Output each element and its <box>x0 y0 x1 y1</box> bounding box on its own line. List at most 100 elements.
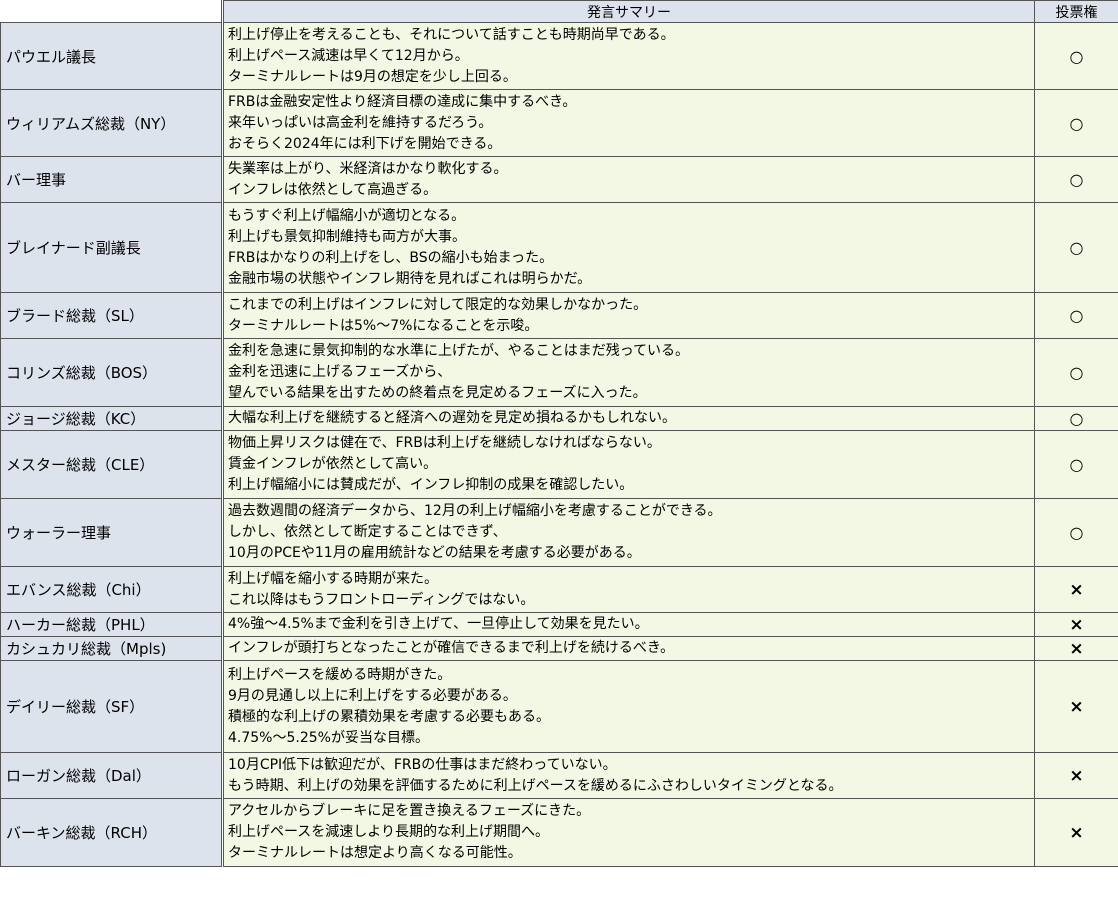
non-voter-mark: × <box>1034 798 1118 867</box>
summary-line: 利上げ幅縮小には賛成だが、インフレ抑制の成果を確認したい。 <box>228 477 634 493</box>
summary-line: もうすぐ利上げ幅縮小が適切となる。 <box>228 207 466 224</box>
official-name: カシュカリ総裁（Mpls) <box>0 636 223 661</box>
header-row: 発言サマリー 投票権 <box>0 0 1118 23</box>
summary-line: 物価上昇リスクは健在で、FRBは利上げを継続しなければならない。 <box>228 435 661 451</box>
official-name: デイリー総裁（SF） <box>0 660 223 753</box>
non-voter-mark: × <box>1034 612 1118 637</box>
speech-summary: 大幅な利上げを継続すると経済への遅効を見定め損ねるかもしれない。 <box>221 406 1035 431</box>
summary-line: 金利を急速に景気抑制的な水準に上げたが、やることはまだ残っている。 <box>228 343 690 359</box>
official-name: ジョージ総裁（KC） <box>0 406 223 431</box>
summary-line: 4%強～4.5%まで金利を引き上げて、一旦停止して効果を見たい。 <box>228 616 649 632</box>
summary-line: 4.75%～5.25%が妥当な目標。 <box>228 729 429 746</box>
summary-line: アクセルからブレーキに足を置き換えるフェーズにきた。 <box>228 803 591 819</box>
table-row: ハーカー総裁（PHL） 4%強～4.5%まで金利を引き上げて、一旦停止して効果を見… <box>0 612 1118 637</box>
summary-line: これまでの利上げはインフレに対して限定的な効果しかなかった。 <box>228 296 648 313</box>
table-row: メスター総裁（CLE） 物価上昇リスクは健在で、FRBは利上げを継続しなければなら… <box>0 430 1118 499</box>
official-name: パウエル議長 <box>0 22 223 90</box>
non-voter-mark: × <box>1034 660 1118 753</box>
official-name: メスター総裁（CLE） <box>0 430 223 499</box>
fed-speech-summary-table: 発言サマリー 投票権 パウエル議長 利上げ停止を考えることも、それについて話すこと… <box>0 0 1118 867</box>
speech-summary: 利上げ幅を縮小する時期が来た。これ以降はもうフロントローディングではない。 <box>221 566 1035 613</box>
summary-line: 望んでいる結果を出すための終着点を見定めるフェーズに入った。 <box>228 385 647 401</box>
official-name: バーキン総裁（RCH） <box>0 798 223 867</box>
voter-mark: ○ <box>1034 430 1118 499</box>
speech-summary: 失業率は上がり、米経済はかなり軟化する。 インフレは依然として高過ぎる。 <box>221 156 1035 203</box>
summary-line: ターミナルレートは9月の想定を少し上回る。 <box>228 68 517 85</box>
table-row: バーキン総裁（RCH） アクセルからブレーキに足を置き換えるフェーズにきた。 利上げ… <box>0 798 1118 867</box>
summary-line: ターミナルレートは想定より高くなる可能性。 <box>228 845 522 861</box>
table-row: エバンス総裁（Chi） 利上げ幅を縮小する時期が来た。 これ以降はもうフロントローデ… <box>0 566 1118 613</box>
summary-line: 利上げペースを減速しより長期的な利上げ期間へ。 <box>228 824 550 840</box>
table-row: ウォーラー理事 過去数週間の経済データから、12月の利上げ幅縮小を考慮することがで… <box>0 498 1118 567</box>
summary-line: しかし、依然として断定することはできず、 <box>228 524 507 540</box>
summary-line: 10月CPI低下は歓迎だが、FRBの仕事はまだ終わっていない。 <box>228 756 617 773</box>
voter-mark: ○ <box>1034 498 1118 567</box>
table-row: ジョージ総裁（KC） 大幅な利上げを継続すると経済への遅効を見定め損ねるかもしれな… <box>0 406 1118 431</box>
summary-line: FRBは金融安定性より経済目標の達成に集中するべき。 <box>228 93 577 110</box>
table-row: ブレイナード副議長 もうすぐ利上げ幅縮小が適切となる。 利上げも景気抑制維持も両方が… <box>0 202 1118 293</box>
speech-summary: 10月CPI低下は歓迎だが、FRBの仕事はまだ終わっていない。もう時期、利上げの… <box>221 752 1035 799</box>
summary-line: 失業率は上がり、米経済はかなり軟化する。 <box>228 160 508 177</box>
voter-mark: ○ <box>1034 338 1118 407</box>
official-name: エバンス総裁（Chi） <box>0 566 223 613</box>
summary-line: 利上げペース減速は早くて12月から。 <box>228 47 469 64</box>
table-row: バー理事 失業率は上がり、米経済はかなり軟化する。 インフレは依然として高過ぎる。 ○ <box>0 156 1118 203</box>
official-name: ブレイナード副議長 <box>0 202 223 293</box>
voter-mark: ○ <box>1034 156 1118 203</box>
table-row: ウィリアムズ総裁（NY） FRBは金融安定性より経済目標の達成に集中するべき。 来年… <box>0 89 1118 157</box>
summary-line: 9月の見通し以上に利上げをする必要がある。 <box>228 687 517 704</box>
summary-line: 金融市場の状態やインフレ期待を見ればこれは明らかだ。 <box>228 270 592 287</box>
summary-line: 利上げ停止を考えることも、それについて話すことも時期尚早である。 <box>228 26 675 43</box>
summary-line: 来年いっぱいは高金利を維持するだろう。 <box>228 114 493 131</box>
voter-mark: ○ <box>1034 406 1118 431</box>
summary-line: 過去数週間の経済データから、12月の利上げ幅縮小を考慮することができる。 <box>228 503 722 519</box>
voter-mark: ○ <box>1034 89 1118 157</box>
table-row: デイリー総裁（SF） 利上げペースを緩める時期がきた。 9月の見通し以上に利上げをす… <box>0 660 1118 753</box>
speech-summary: インフレが頭打ちとなったことが確信できるまで利上げを続けるべき。 <box>221 636 1035 661</box>
table-row: ブラード総裁（SL） これまでの利上げはインフレに対して限定的な効果しかなかった。… <box>0 292 1118 339</box>
vote-header: 投票権 <box>1034 0 1118 23</box>
official-name: ブラード総裁（SL） <box>0 292 223 339</box>
table-row: コリンズ総裁（BOS） 金利を急速に景気抑制的な水準に上げたが、やることはまだ残っ… <box>0 338 1118 407</box>
official-name: ローガン総裁（Dal） <box>0 752 223 799</box>
summary-line: 利上げ幅を縮小する時期が来た。 <box>228 570 438 587</box>
voter-mark: ○ <box>1034 202 1118 293</box>
speech-summary: 4%強～4.5%まで金利を引き上げて、一旦停止して効果を見たい。 <box>221 612 1035 637</box>
summary-line: インフレが頭打ちとなったことが確信できるまで利上げを続けるべき。 <box>228 640 675 656</box>
voter-mark: ○ <box>1034 22 1118 90</box>
summary-line: 利上げペースを緩める時期がきた。 <box>228 666 452 683</box>
speech-summary: これまでの利上げはインフレに対して限定的な効果しかなかった。 ターミナルレートは5… <box>221 292 1035 339</box>
official-name: ウォーラー理事 <box>0 498 223 567</box>
summary-line: これ以降はもうフロントローディングではない。 <box>228 591 535 608</box>
table-row: パウエル議長 利上げ停止を考えることも、それについて話すことも時期尚早である。 利上… <box>0 22 1118 90</box>
official-name: ウィリアムズ総裁（NY） <box>0 89 223 157</box>
non-voter-mark: × <box>1034 636 1118 661</box>
summary-line: 金利を迅速に上げるフェーズから、 <box>228 364 452 380</box>
summary-line: もう時期、利上げの効果を評価するために利上げペースを緩めるにふさわしいタイミング… <box>228 777 843 794</box>
summary-line: FRBはかなりの利上げをし、BSの縮小も始まった。 <box>228 249 554 266</box>
official-name: バー理事 <box>0 156 223 203</box>
summary-line: 10月のPCEや11月の雇用統計などの結果を考慮する必要がある。 <box>228 545 641 561</box>
table-row: ローガン総裁（Dal） 10月CPI低下は歓迎だが、FRBの仕事はまだ終わっていな… <box>0 752 1118 799</box>
summary-line: 賃金インフレが依然として高い。 <box>228 456 438 472</box>
summary-line: インフレは依然として高過ぎる。 <box>228 181 438 198</box>
speech-summary: 利上げ停止を考えることも、それについて話すことも時期尚早である。 利上げペース減速… <box>221 22 1035 90</box>
summary-line: ターミナルレートは5%～7%になることを示唆。 <box>228 317 539 334</box>
speech-summary: もうすぐ利上げ幅縮小が適切となる。 利上げも景気抑制維持も両方が大事。 FRBはかな… <box>221 202 1035 293</box>
summary-line: 利上げも景気抑制維持も両方が大事。 <box>228 228 466 245</box>
table-row: カシュカリ総裁（Mpls) インフレが頭打ちとなったことが確信できるまで利上げを続… <box>0 636 1118 661</box>
speech-summary: 物価上昇リスクは健在で、FRBは利上げを継続しなければならない。 賃金インフレが依… <box>221 430 1035 499</box>
voter-mark: ○ <box>1034 292 1118 339</box>
header-blank-cell <box>0 0 223 23</box>
speech-summary: アクセルからブレーキに足を置き換えるフェーズにきた。 利上げペースを減速しより長期… <box>221 798 1035 867</box>
speech-summary: 利上げペースを緩める時期がきた。 9月の見通し以上に利上げをする必要がある。積極的… <box>221 660 1035 753</box>
summary-line: 大幅な利上げを継続すると経済への遅効を見定め損ねるかもしれない。 <box>228 410 676 426</box>
non-voter-mark: × <box>1034 566 1118 613</box>
summary-line: 積極的な利上げの累積効果を考慮する必要もある。 <box>228 708 550 725</box>
official-name: コリンズ総裁（BOS） <box>0 338 223 407</box>
non-voter-mark: × <box>1034 752 1118 799</box>
table-body: パウエル議長 利上げ停止を考えることも、それについて話すことも時期尚早である。 利上… <box>0 22 1118 867</box>
speech-summary: 金利を急速に景気抑制的な水準に上げたが、やることはまだ残っている。 金利を迅速に上… <box>221 338 1035 407</box>
summary-line: おそらく2024年には利下げを開始できる。 <box>228 135 502 152</box>
summary-header: 発言サマリー <box>221 0 1035 23</box>
